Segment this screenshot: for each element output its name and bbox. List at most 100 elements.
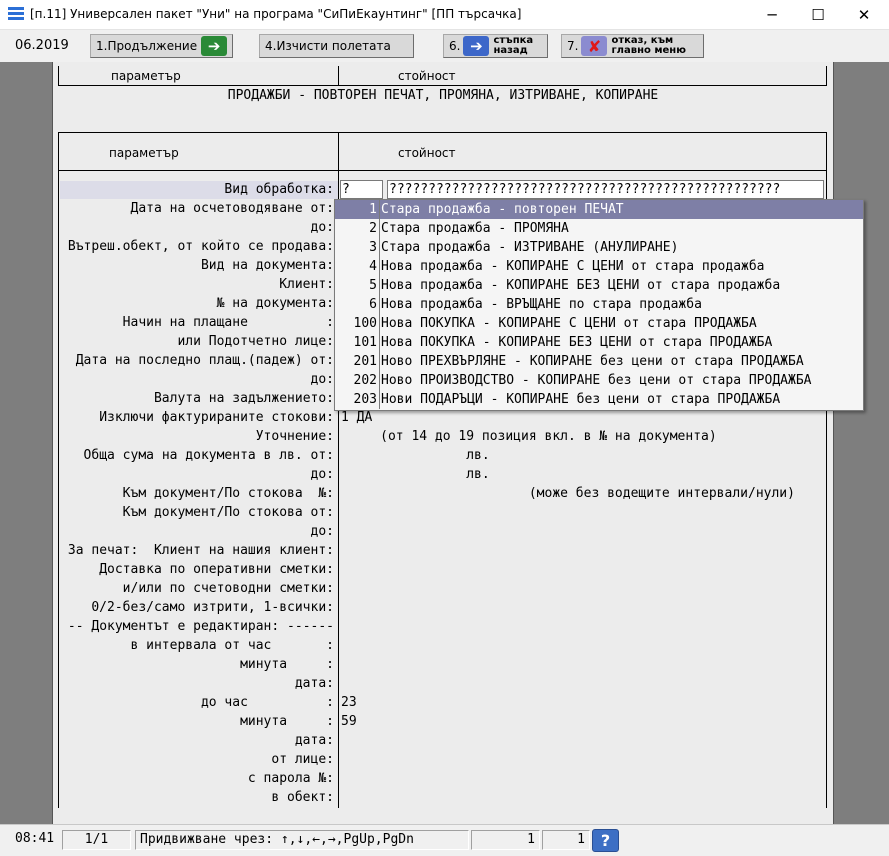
dropdown-option[interactable]: 201 Ново ПРЕХВЪРЛЯНЕ - КОПИРАНЕ без цени … [335, 352, 863, 371]
form-row-label: Към документ/По стокова от: [122, 505, 334, 520]
option-code: 202 [353, 373, 377, 388]
form-row-label: до: [310, 467, 334, 482]
option-code: 100 [353, 316, 377, 331]
continue-label: 1.Продължение [96, 38, 198, 53]
option-separator [379, 219, 380, 238]
cancel-number: 7. [567, 38, 579, 53]
option-text: Нова продажба - ВРЪЩАНЕ по стара продажб… [381, 297, 702, 312]
status-time: 08:41 [15, 831, 55, 846]
form-row-value[interactable]: 23 [341, 695, 357, 710]
form-row-label: Изключи фактурираните стокови: [99, 410, 334, 425]
top-header-param: параметър [111, 69, 181, 83]
arrow-left-icon: ➔ [463, 36, 490, 56]
option-code: 4 [369, 259, 377, 274]
form-row-label: от лице: [271, 752, 334, 767]
form-row-label: Валута на задължението: [153, 391, 334, 406]
form-row-label: с парола №: [247, 771, 334, 786]
form-row-label: до: [310, 524, 334, 539]
toolbar: 06.2019 1.Продължение ➔ 4.Изчисти полета… [0, 30, 889, 62]
dropdown-option[interactable]: 202 Ново ПРОИЗВОДСТВО - КОПИРАНЕ без цени… [335, 371, 863, 390]
dropdown-option[interactable]: 203 Нови ПОДАРЪЦИ - КОПИРАНЕ без цени от … [335, 390, 863, 409]
option-separator [379, 276, 380, 295]
form-row-label: Дата на осчетоводяване от: [130, 201, 335, 216]
minimize-button[interactable]: ─ [749, 0, 795, 30]
option-code: 2 [369, 221, 377, 236]
option-code: 1 [369, 202, 377, 217]
form-row-label: Начин на плащане : [122, 315, 334, 330]
status-page: 1/1 [62, 830, 131, 850]
clear-fields-button[interactable]: 4.Изчисти полетата [259, 34, 414, 58]
form-row-value[interactable]: лв. [341, 467, 490, 482]
processing-type-input[interactable]: ? [340, 180, 383, 199]
app-icon [8, 7, 24, 21]
form-row-label: Вид на документа: [200, 258, 334, 273]
option-text: Нова ПОКУПКА - КОПИРАНЕ С ЦЕНИ от стара … [381, 316, 757, 331]
dropdown-option[interactable]: 4 Нова продажба - КОПИРАНЕ С ЦЕНИ от стар… [335, 257, 863, 276]
step-back-number: 6. [449, 38, 461, 53]
form-row-label: № на документа: [216, 296, 334, 311]
option-separator [379, 238, 380, 257]
form-row-label: Дата на последно плащ.(падеж) от: [75, 353, 334, 368]
close-button[interactable]: ✕ [841, 0, 887, 30]
divider [826, 66, 827, 86]
option-code: 5 [369, 278, 377, 293]
step-back-line2: назад [493, 45, 528, 56]
dropdown-option[interactable]: 5 Нова продажба - КОПИРАНЕ БЕЗ ЦЕНИ от ст… [335, 276, 863, 295]
form-row-label: дата: [294, 733, 334, 748]
period-label: 06.2019 [15, 38, 69, 53]
cancel-x-icon: ✘ [581, 36, 608, 56]
form-row-label: За печат: Клиент на нашия клиент: [67, 543, 334, 558]
cancel-line2: главно меню [611, 45, 686, 56]
form-row-value[interactable]: (от 14 до 19 позиция вкл. в № на докумен… [341, 429, 717, 444]
title-bar: [п.11] Универсален пакет "Уни" на програ… [0, 0, 889, 30]
form-row-label: до: [310, 220, 334, 235]
form-row-value[interactable]: 59 [341, 714, 357, 729]
continue-button[interactable]: 1.Продължение ➔ [90, 34, 233, 58]
option-separator [379, 371, 380, 390]
form-row-label: Клиент: [279, 277, 334, 292]
option-code: 203 [353, 392, 377, 407]
divider [58, 66, 59, 86]
dropdown-option[interactable]: 6 Нова продажба - ВРЪЩАНЕ по стара продаж… [335, 295, 863, 314]
dropdown-option[interactable]: 3 Стара продажба - ИЗТРИВАНЕ (АНУЛИРАНЕ) [335, 238, 863, 257]
option-text: Нова продажба - КОПИРАНЕ БЕЗ ЦЕНИ от ста… [381, 278, 781, 293]
option-text: Стара продажба - ИЗТРИВАНЕ (АНУЛИРАНЕ) [381, 240, 679, 255]
divider [58, 85, 827, 86]
form-row-label: Вътреш.обект, от който се продава: [67, 239, 334, 254]
dropdown-option[interactable]: 101 Нова ПОКУПКА - КОПИРАНЕ БЕЗ ЦЕНИ от с… [335, 333, 863, 352]
processing-type-label: Вид обработка: [224, 182, 334, 197]
option-text: Стара продажба - повторен ПЕЧАТ [381, 202, 624, 217]
status-bar: 08:41 1/1 Придвижване чрез: ↑,↓,←,→,PgUp… [0, 824, 889, 856]
option-code: 3 [369, 240, 377, 255]
processing-type-description: ????????????????????????????????????????… [387, 180, 824, 199]
header-param: параметър [109, 146, 179, 160]
form-row-value[interactable]: лв. [341, 448, 490, 463]
form-row-label: до час : [200, 695, 334, 710]
form-row-label: до: [310, 372, 334, 387]
processing-type-dropdown[interactable]: 1 Стара продажба - повторен ПЕЧАТ 2 Стара п… [334, 199, 864, 411]
header-value: стойност [398, 146, 456, 160]
step-back-button[interactable]: 6. ➔ стъпка назад [443, 34, 548, 58]
form-row-value[interactable]: (може без водещите интервали/нули) [341, 486, 795, 501]
help-button[interactable]: ? [592, 829, 619, 852]
option-code: 6 [369, 297, 377, 312]
option-text: Нова ПОКУПКА - КОПИРАНЕ БЕЗ ЦЕНИ от стар… [381, 335, 773, 350]
status-field-b: 1 [542, 830, 590, 850]
dropdown-option[interactable]: 2 Стара продажба - ПРОМЯНА [335, 219, 863, 238]
option-text: Стара продажба - ПРОМЯНА [381, 221, 569, 236]
option-separator [379, 390, 380, 409]
option-text: Нови ПОДАРЪЦИ - КОПИРАНЕ без цени от ста… [381, 392, 781, 407]
dropdown-option[interactable]: 1 Стара продажба - повторен ПЕЧАТ [335, 200, 863, 219]
option-code: 201 [353, 354, 377, 369]
form-row-value[interactable]: 1 ДА [341, 410, 372, 425]
form-row-label: минута : [240, 657, 334, 672]
dropdown-option[interactable]: 100 Нова ПОКУПКА - КОПИРАНЕ С ЦЕНИ от ста… [335, 314, 863, 333]
option-separator [379, 333, 380, 352]
cancel-text: отказ, към главно меню [611, 36, 685, 56]
option-text: Нова продажба - КОПИРАНЕ С ЦЕНИ от стара… [381, 259, 765, 274]
divider [58, 132, 827, 133]
maximize-button[interactable]: ☐ [795, 0, 841, 30]
option-code: 101 [353, 335, 377, 350]
option-text: Ново ПРОИЗВОДСТВО - КОПИРАНЕ без цени от… [381, 373, 812, 388]
cancel-main-menu-button[interactable]: 7. ✘ отказ, към главно меню [561, 34, 704, 58]
